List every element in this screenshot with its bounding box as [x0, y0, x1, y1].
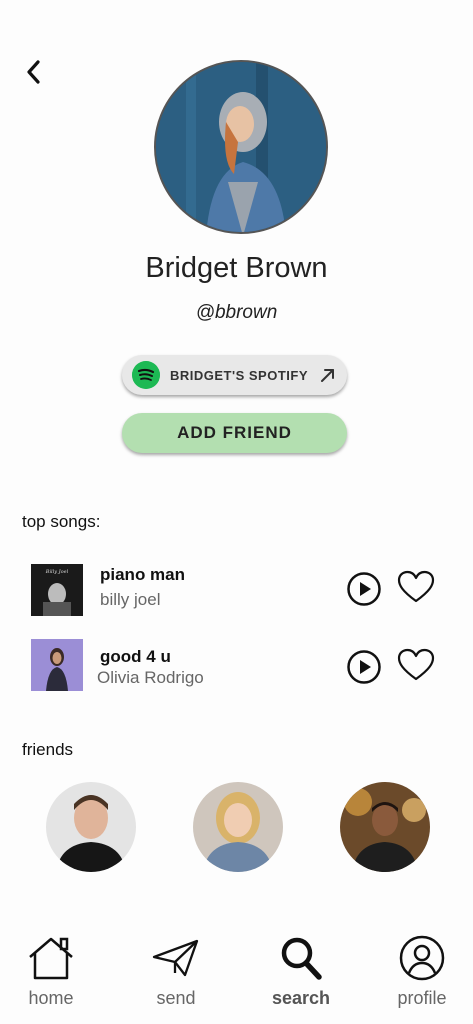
song-title: good 4 u — [100, 647, 171, 666]
heart-icon[interactable] — [397, 570, 435, 604]
nav-label: home — [28, 988, 74, 1008]
add-friend-button[interactable]: ADD FRIEND — [122, 413, 347, 453]
song-artist: billy joel — [100, 590, 161, 609]
play-icon[interactable] — [346, 649, 382, 685]
profile-avatar — [154, 60, 328, 234]
list-item[interactable] — [31, 639, 83, 696]
svg-text:Billy Joel: Billy Joel — [45, 569, 69, 575]
friends-heading: friends — [22, 740, 74, 759]
spotify-link-button[interactable]: BRIDGET'S SPOTIFY — [122, 355, 347, 395]
album-cover-image — [31, 639, 83, 691]
album-cover-image: Billy Joel — [31, 564, 83, 616]
back-button[interactable] — [22, 56, 46, 88]
paper-plane-icon — [152, 939, 199, 977]
friend-avatar[interactable] — [46, 782, 136, 872]
song-title: piano man — [100, 565, 186, 584]
nav-send[interactable]: send — [131, 935, 221, 1015]
profile-handle: @bbrown — [195, 302, 278, 323]
nav-profile[interactable]: profile — [377, 935, 467, 1015]
chevron-left-icon — [27, 60, 40, 84]
top-songs-heading: top songs: — [22, 512, 101, 531]
nav-label: profile — [397, 988, 447, 1008]
search-icon — [281, 937, 322, 980]
spotify-button-label: BRIDGET'S SPOTIFY — [170, 367, 308, 383]
play-icon[interactable] — [346, 571, 382, 607]
profile-name: Bridget Brown — [145, 252, 328, 284]
spotify-icon — [132, 361, 160, 389]
nav-label: search — [271, 988, 331, 1008]
nav-search[interactable]: search — [256, 935, 346, 1015]
list-item[interactable]: Billy Joel — [31, 564, 83, 621]
song-artist: Olivia Rodrigo — [97, 668, 204, 687]
friend-avatar[interactable] — [193, 782, 283, 872]
user-icon — [399, 935, 445, 981]
heart-icon[interactable] — [397, 648, 435, 682]
external-link-arrow-icon — [321, 369, 334, 382]
nav-label: send — [156, 988, 196, 1008]
friend-avatar[interactable] — [340, 782, 430, 872]
home-icon — [29, 937, 73, 980]
nav-home[interactable]: home — [6, 935, 96, 1015]
